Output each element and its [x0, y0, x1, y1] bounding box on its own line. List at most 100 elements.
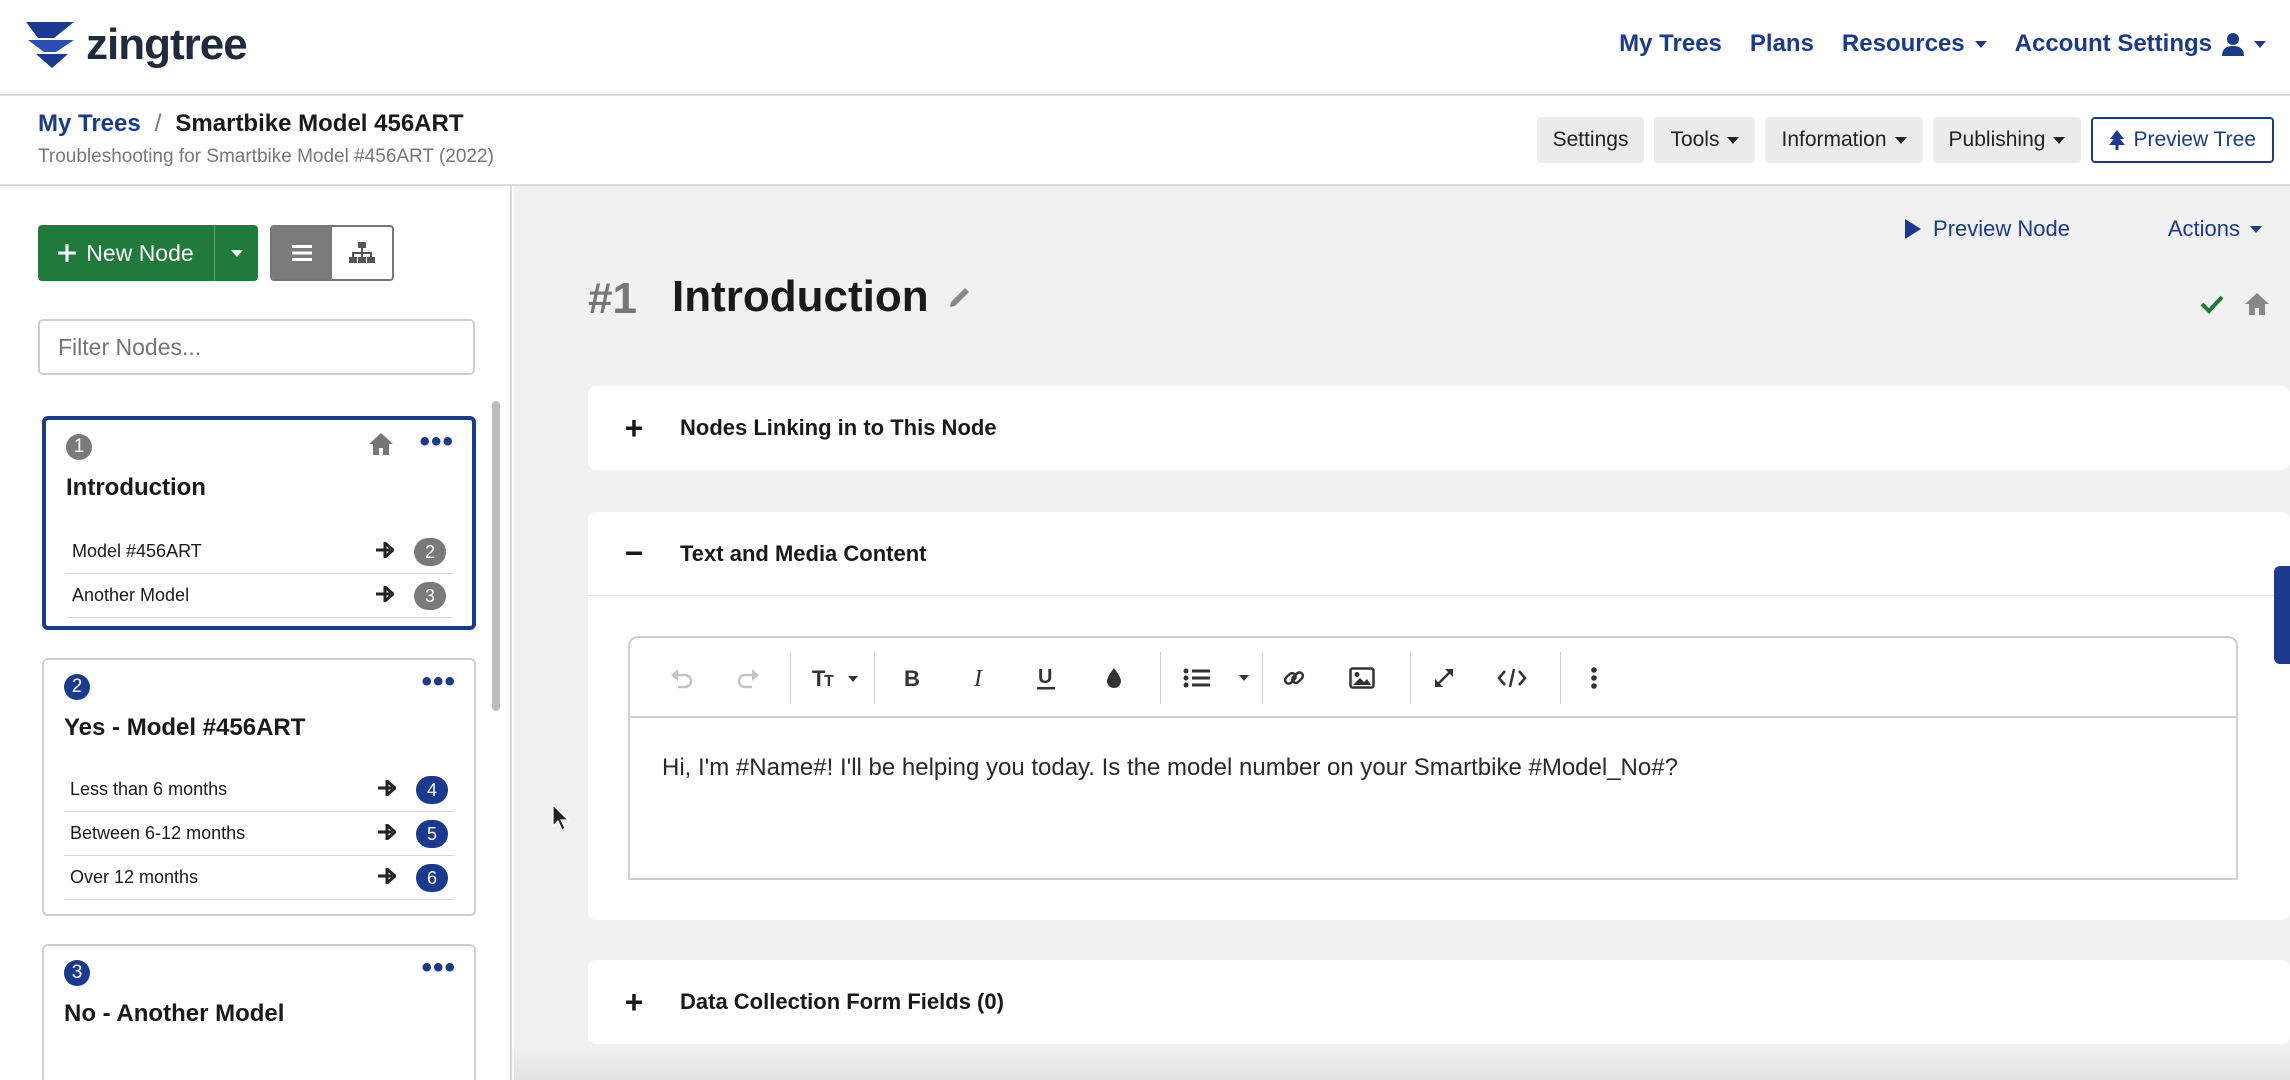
- pencil-icon[interactable]: [947, 284, 973, 310]
- chevron-down-icon: [2250, 225, 2262, 233]
- node-card-3[interactable]: 3 ••• No - Another Model: [42, 944, 476, 1080]
- chevron-down-icon: [2053, 136, 2066, 144]
- nav-account-settings[interactable]: Account Settings: [2015, 30, 2266, 58]
- arrow-right-icon: [378, 868, 396, 884]
- breadcrumb-tree-name: Smartbike Model 456ART: [175, 110, 464, 137]
- option-target-badge[interactable]: 5: [416, 820, 448, 848]
- more-vertical-icon[interactable]: [1578, 662, 1610, 694]
- zingtree-logo[interactable]: zingtree: [24, 20, 248, 70]
- node-option[interactable]: Between 6-12 months 5: [64, 812, 454, 856]
- list-view-button[interactable]: [272, 227, 332, 279]
- chevron-down-icon: [230, 249, 243, 257]
- option-label: Another Model: [72, 585, 190, 605]
- text-color-icon[interactable]: [1098, 662, 1130, 694]
- home-icon[interactable]: [2244, 292, 2270, 316]
- option-label: Over 12 months: [70, 867, 199, 887]
- node-option[interactable]: Model #456ART 2: [66, 530, 452, 574]
- preview-node-label: Preview Node: [1933, 216, 2070, 241]
- preview-node-button[interactable]: Preview Node: [1905, 216, 2070, 242]
- undo-icon[interactable]: [666, 662, 698, 694]
- mouse-cursor-icon: [552, 804, 570, 831]
- panel-header[interactable]: − Text and Media Content: [588, 512, 2290, 596]
- node-option[interactable]: Over 12 months 6: [64, 856, 454, 900]
- preview-tree-button[interactable]: Preview Tree: [2091, 117, 2274, 163]
- node-sidebar: New Node 1 ••• Introduction Model #456AR…: [0, 186, 512, 1080]
- option-target-badge[interactable]: 2: [414, 538, 446, 566]
- option-label: Between 6-12 months: [70, 823, 246, 843]
- preview-tree-label: Preview Tree: [2133, 128, 2256, 151]
- chevron-down-icon: [1727, 136, 1740, 144]
- zingtree-logo-icon: [26, 22, 74, 68]
- editor-content[interactable]: Hi, I'm #Name#! I'll be helping you toda…: [630, 718, 2236, 818]
- home-icon: [369, 433, 393, 455]
- node-menu-icon[interactable]: •••: [419, 427, 454, 457]
- node-option[interactable]: Less than 6 months 4: [64, 768, 454, 812]
- node-card-2[interactable]: 2 ••• Yes - Model #456ART Less than 6 mo…: [42, 658, 476, 916]
- check-icon: [2200, 295, 2224, 314]
- bold-icon[interactable]: B: [896, 662, 928, 694]
- panel-title: Text and Media Content: [680, 540, 927, 566]
- tools-label: Tools: [1670, 128, 1720, 151]
- option-label: Less than 6 months: [70, 779, 228, 799]
- collapse-icon: −: [624, 535, 644, 571]
- node-title-text[interactable]: Introduction: [672, 272, 929, 322]
- font-size-icon[interactable]: TT: [806, 662, 866, 694]
- tree-header: My Trees / Smartbike Model 456ART Troubl…: [0, 96, 2290, 186]
- nav-plans[interactable]: Plans: [1750, 30, 1814, 58]
- arrow-right-icon: [378, 824, 396, 840]
- node-option[interactable]: Another Model 3: [66, 574, 452, 618]
- toolbar-divider: [874, 652, 875, 704]
- image-icon[interactable]: [1346, 662, 1378, 694]
- panel-header[interactable]: + Nodes Linking in to This Node: [588, 386, 2290, 470]
- option-target-badge[interactable]: 4: [416, 776, 448, 804]
- brand-name: zingtree: [86, 20, 248, 69]
- link-icon[interactable]: [1278, 662, 1310, 694]
- italic-icon[interactable]: I: [964, 662, 996, 694]
- toolbar-divider: [1410, 652, 1411, 704]
- toolbar-divider: [1560, 652, 1561, 704]
- svg-text:B: B: [904, 666, 920, 690]
- publishing-dropdown[interactable]: Publishing: [1932, 117, 2082, 163]
- nav-account-label: Account Settings: [2014, 30, 2212, 57]
- panel-header[interactable]: + Data Collection Form Fields (0): [588, 960, 2290, 1044]
- publishing-label: Publishing: [1948, 128, 2046, 151]
- option-target-badge[interactable]: 3: [414, 582, 446, 610]
- node-menu-icon[interactable]: •••: [421, 667, 456, 697]
- redo-icon[interactable]: [732, 662, 764, 694]
- breadcrumb-separator: /: [154, 110, 162, 137]
- chevron-down-icon: [2254, 40, 2266, 48]
- chevron-down-icon: [1894, 136, 1907, 144]
- code-view-icon[interactable]: [1494, 662, 1530, 694]
- help-side-tab[interactable]: [2274, 566, 2290, 664]
- new-node-button[interactable]: New Node: [38, 225, 214, 281]
- underline-icon[interactable]: U: [1030, 662, 1062, 694]
- nav-resources[interactable]: Resources: [1842, 30, 1987, 58]
- tree-view-button[interactable]: [332, 227, 392, 279]
- breadcrumb-my-trees[interactable]: My Trees: [38, 110, 141, 138]
- new-node-button-group: New Node: [38, 225, 258, 281]
- arrow-right-icon: [376, 586, 394, 602]
- nav-my-trees[interactable]: My Trees: [1619, 30, 1722, 58]
- settings-button[interactable]: Settings: [1536, 117, 1645, 163]
- actions-dropdown[interactable]: Actions: [2168, 216, 2262, 242]
- node-menu-icon[interactable]: •••: [421, 953, 456, 983]
- user-icon: [2222, 33, 2244, 56]
- node-number: #1: [588, 274, 637, 323]
- play-icon: [1905, 219, 1922, 239]
- editor-toolbar: TT B I U: [630, 638, 2236, 718]
- node-title: Yes - Model #456ART: [64, 714, 306, 741]
- breadcrumb: My Trees / Smartbike Model 456ART: [38, 110, 464, 138]
- svg-text:T: T: [824, 673, 834, 690]
- filter-nodes-input[interactable]: [38, 319, 475, 375]
- information-dropdown[interactable]: Information: [1765, 117, 1923, 163]
- new-node-dropdown[interactable]: [214, 225, 258, 281]
- tools-dropdown[interactable]: Tools: [1654, 117, 1756, 163]
- sidebar-scrollbar[interactable]: [492, 401, 500, 711]
- node-card-1[interactable]: 1 ••• Introduction Model #456ART 2 Anoth…: [42, 416, 476, 630]
- fullscreen-icon[interactable]: [1428, 662, 1460, 694]
- list-format-icon[interactable]: [1180, 662, 1256, 694]
- expand-icon: +: [624, 983, 644, 1020]
- actions-label: Actions: [2167, 216, 2240, 241]
- option-target-badge[interactable]: 6: [416, 864, 448, 892]
- nav-resources-label: Resources: [1841, 30, 1965, 57]
